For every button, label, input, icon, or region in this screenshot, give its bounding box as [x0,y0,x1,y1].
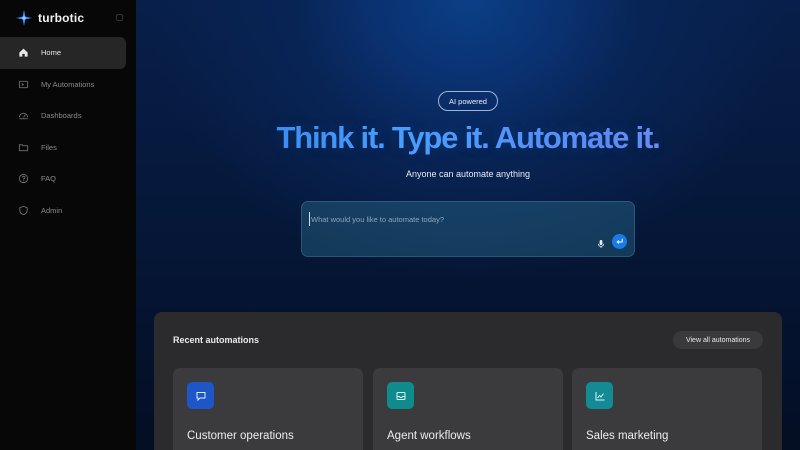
view-all-automations-button[interactable]: View all automations [673,331,763,349]
sidebar-item-label: Admin [41,205,63,215]
card-icon-badge [586,382,613,409]
sidebar-item-label: My Automations [41,79,95,89]
sidebar-nav: Home My Automations Dashboards Files FAQ… [0,37,136,226]
recent-automations-title: Recent automations [173,335,260,345]
microphone-button[interactable] [596,236,606,248]
ai-powered-badge: AI powered [438,91,498,111]
sidebar-item-label: FAQ [41,174,57,184]
sidebar-item-home[interactable]: Home [0,37,126,69]
help-icon [18,174,29,184]
main-content: AI powered Think it. Type it. Automate i… [136,0,800,450]
sidebar: turbotic Home My Automations Dashboards … [0,0,136,450]
recent-automations-panel: Recent automations View all automations … [154,312,782,450]
sidebar-item-admin[interactable]: Admin [0,195,126,227]
sidebar-item-label: Home [41,48,62,58]
chart-line-icon [595,391,604,400]
sidebar-item-label: Files [41,142,57,152]
sidebar-item-label: Dashboards [41,111,82,121]
automations-icon [18,80,29,88]
sidebar-item-dashboards[interactable]: Dashboards [0,100,126,132]
sidebar-item-faq[interactable]: FAQ [0,163,126,195]
app-window: turbotic Home My Automations Dashboards … [0,0,800,450]
automation-card-agent-workflows[interactable]: Agent workflows [373,368,563,450]
dashboard-icon [18,113,29,120]
card-icon-badge [187,382,214,409]
hero-headline: Think it. Type it. Automate it. [136,120,800,156]
shield-icon [19,205,28,215]
turbotic-logo-icon [16,10,32,26]
folder-icon [18,144,29,151]
enter-arrow-icon [616,238,623,244]
microphone-icon [597,240,605,248]
sidebar-collapse-toggle[interactable] [116,14,123,21]
sidebar-item-files[interactable]: Files [0,132,126,164]
chat-icon [196,391,205,401]
hero-subtitle: Anyone can automate anything [405,169,531,179]
automation-card-sales-marketing[interactable]: Sales marketing [572,368,762,450]
prompt-input[interactable] [309,212,589,226]
automation-card-customer-operations[interactable]: Customer operations [173,368,363,450]
card-icon-badge [387,382,414,409]
brand-name: turbotic [38,11,85,25]
sidebar-item-my-automations[interactable]: My Automations [0,69,126,101]
card-title: Sales marketing [586,430,669,442]
inbox-icon [396,391,405,400]
home-icon [19,48,28,57]
prompt-box [301,201,635,257]
card-title: Agent workflows [387,430,471,442]
card-title: Customer operations [187,430,294,442]
send-button[interactable] [612,234,627,249]
